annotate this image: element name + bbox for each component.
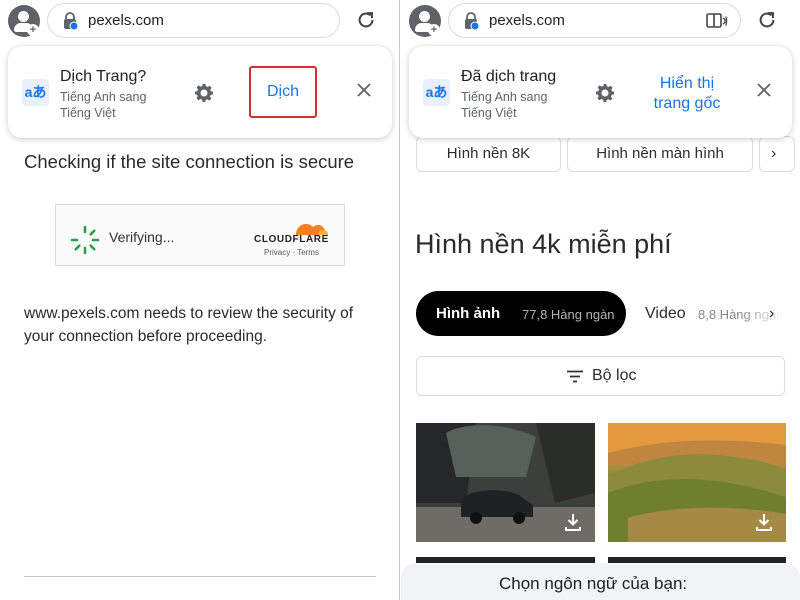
address-bar[interactable]: pexels.com [47, 3, 340, 38]
filter-icon [567, 370, 583, 383]
translate-button[interactable]: Dịch [249, 66, 317, 118]
page-heading: Hình nền 4k miễn phí [415, 229, 672, 259]
verifying-status: Verifying... [109, 229, 175, 245]
search-chip[interactable]: Hình nền màn hình [567, 136, 753, 172]
translate-card-title: Dịch Trang? [60, 68, 147, 85]
photo-car-street[interactable] [416, 423, 595, 542]
download-icon[interactable] [563, 512, 583, 532]
tab-images-count: 77,8 Hàng ngàn [522, 307, 615, 322]
translate-card-subtitle: Tiếng Anh sang Tiếng Việt [60, 90, 147, 120]
language-picker-title: Chọn ngôn ngữ của bạn: [499, 574, 688, 593]
toolbar: + pexels.com [401, 0, 800, 44]
language-picker-sheet[interactable]: Chọn ngôn ngữ của bạn: [401, 563, 800, 600]
cloudflare-wordmark: CLOUDFLARE [254, 234, 329, 245]
translate-prompt-card: aあ Dịch Trang? Tiếng Anh sang Tiếng Việt… [8, 46, 392, 138]
right-browser-panel: + pexels.com Hình nền 8K Hình nền màn hì… [401, 0, 800, 600]
translate-card-title: Đã dịch trang [461, 68, 557, 85]
site-security-icon[interactable] [62, 12, 78, 30]
gear-icon[interactable] [192, 81, 216, 105]
close-icon[interactable] [756, 82, 772, 98]
download-icon[interactable] [754, 512, 774, 532]
tab-images[interactable]: Hình ảnh 77,8 Hàng ngàn [416, 291, 626, 336]
show-original-button[interactable]: Hiển thị trang gốc [645, 74, 729, 114]
translate-icon: aあ [423, 79, 450, 106]
filter-label: Bộ lọc [592, 367, 637, 384]
photo-hills-sunset[interactable] [608, 423, 786, 542]
url-text[interactable]: pexels.com [489, 12, 565, 29]
address-bar[interactable]: pexels.com [448, 3, 741, 38]
tab-videos[interactable]: Video [645, 305, 686, 323]
profile-avatar-icon[interactable]: + [8, 5, 40, 37]
tab-images-label: Hình ảnh [436, 305, 501, 322]
reload-icon[interactable] [756, 9, 778, 31]
page-heading: Checking if the site connection is secur… [24, 151, 355, 172]
toolbar: + pexels.com [0, 0, 399, 44]
left-browser-panel: + pexels.com aあ Dịch Trang? Tiếng Anh sa… [0, 0, 400, 600]
profile-avatar-icon[interactable]: + [409, 5, 441, 37]
cloudflare-verification-box: Verifying... CLOUDFLARE Privacy · Terms [55, 204, 345, 266]
footer-divider [24, 576, 376, 577]
url-text[interactable]: pexels.com [88, 12, 164, 29]
filter-button[interactable]: Bộ lọc [416, 356, 785, 396]
chevron-right-icon[interactable]: › [769, 305, 774, 323]
gear-icon[interactable] [593, 81, 617, 105]
security-review-text: www.pexels.com needs to review the secur… [24, 305, 354, 345]
close-icon[interactable] [356, 82, 372, 98]
site-security-icon[interactable] [463, 12, 479, 30]
chips-next-button[interactable]: › [759, 136, 795, 172]
translate-card-subtitle: Tiếng Anh sang Tiếng Việt [461, 90, 548, 120]
reader-mode-icon[interactable] [706, 12, 728, 30]
translate-icon: aあ [22, 79, 49, 106]
search-chip[interactable]: Hình nền 8K [416, 136, 561, 172]
chevron-right-icon: › [771, 145, 777, 162]
translate-result-card: aあ Đã dịch trang Tiếng Anh sang Tiếng Vi… [409, 46, 792, 138]
reload-icon[interactable] [355, 9, 377, 31]
loading-spinner-icon [70, 225, 100, 255]
cloudflare-links[interactable]: Privacy · Terms [264, 248, 319, 257]
